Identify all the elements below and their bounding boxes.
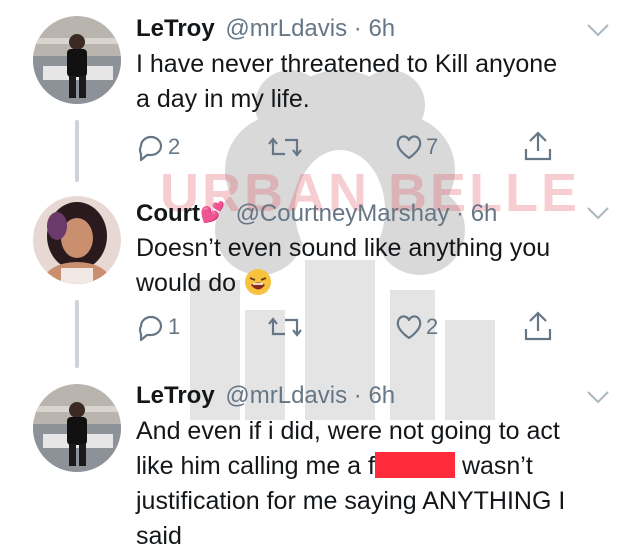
tweet-actions: 1 2	[136, 310, 566, 344]
heart-icon	[396, 315, 422, 340]
tweet-text: Doesn’t even sound like anything you wou…	[136, 231, 616, 301]
avatar[interactable]	[33, 384, 121, 472]
heart-icon	[396, 135, 422, 160]
like-count: 7	[426, 134, 439, 159]
tweet-text-line: said	[136, 522, 182, 550]
separator-dot: ·	[353, 382, 362, 409]
tweet-text-line: a day in my life.	[136, 85, 310, 113]
share-button[interactable]	[523, 130, 553, 164]
thread-connector	[75, 300, 79, 368]
timestamp[interactable]: 6h	[471, 200, 498, 227]
like-count: 2	[426, 314, 439, 339]
tweet-text: I have never threatened to Kill anyone a…	[136, 47, 616, 117]
share-button[interactable]	[523, 310, 553, 344]
share-icon	[524, 131, 552, 161]
tweet-text-fragment: like him calling me a f	[136, 452, 375, 480]
redaction-box	[374, 452, 455, 478]
user-handle[interactable]: @CourtneyMarshay	[236, 200, 450, 227]
chevron-down-icon[interactable]	[586, 22, 610, 38]
user-handle[interactable]: @mrLdavis	[225, 382, 347, 409]
weary-face-emoji-icon	[245, 269, 272, 295]
tweet-text-line: Doesn’t even sound like anything you	[136, 234, 551, 262]
tweet-header: LeTroy @mrLdavis · 6h	[136, 381, 395, 411]
tweet-text-fragment: wasn’t	[461, 452, 533, 480]
retweet-button[interactable]	[268, 310, 304, 344]
tweet-text-line: justification for me saying ANYTHING I	[136, 487, 566, 515]
reply-count: 2	[168, 134, 181, 159]
tweet-text-line: And even if i did, were not going to act	[136, 417, 560, 445]
reply-button[interactable]: 2	[136, 130, 180, 164]
display-name[interactable]: LeTroy	[136, 382, 215, 409]
share-icon	[524, 311, 552, 341]
reply-button[interactable]: 1	[136, 310, 180, 344]
thread-connector	[75, 120, 79, 182]
retweet-button[interactable]	[268, 130, 304, 164]
timestamp[interactable]: 6h	[368, 15, 395, 42]
tweet-actions: 2 7	[136, 130, 566, 164]
like-button[interactable]: 7	[394, 130, 438, 164]
reply-icon	[138, 135, 163, 162]
tweet-header: Court💕 @CourtneyMarshay · 6h	[136, 198, 497, 229]
separator-dot: ·	[456, 200, 465, 227]
timestamp[interactable]: 6h	[368, 382, 395, 409]
retweet-icon	[268, 137, 302, 157]
chevron-down-icon[interactable]	[586, 205, 610, 221]
user-handle[interactable]: @mrLdavis	[225, 15, 347, 42]
tweet-header: LeTroy @mrLdavis · 6h	[136, 14, 395, 44]
avatar[interactable]	[33, 16, 121, 104]
chevron-down-icon[interactable]	[586, 389, 610, 405]
reply-count: 1	[168, 314, 181, 339]
avatar[interactable]	[33, 196, 121, 284]
tweet-text-fragment: would do	[136, 269, 237, 297]
like-button[interactable]: 2	[394, 310, 438, 344]
tweet-text: And even if i did, were not going to act…	[136, 414, 616, 554]
reply-icon	[138, 315, 163, 342]
separator-dot: ·	[353, 15, 362, 42]
display-name[interactable]: Court	[136, 200, 200, 227]
retweet-icon	[268, 317, 302, 337]
tweet-text-line: I have never threatened to Kill anyone	[136, 50, 558, 78]
display-name[interactable]: LeTroy	[136, 15, 215, 42]
tweet-text-line: would do	[136, 266, 616, 301]
two-hearts-emoji: 💕	[199, 202, 225, 224]
tweet-text-line: like him calling me a f wasn’t	[136, 449, 616, 484]
